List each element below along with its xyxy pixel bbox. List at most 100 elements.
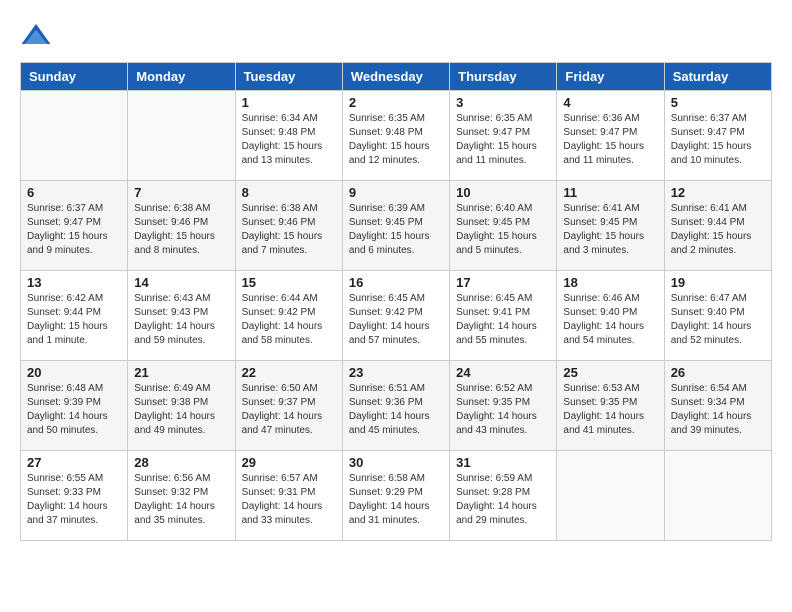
day-number: 11	[563, 185, 657, 200]
day-number: 24	[456, 365, 550, 380]
sunset: Sunset: 9:46 PM	[134, 217, 208, 228]
sunset: Sunset: 9:28 PM	[456, 487, 530, 498]
calendar-cell: 26 Sunrise: 6:54 AM Sunset: 9:34 PM Dayl…	[664, 361, 771, 451]
day-number: 9	[349, 185, 443, 200]
sunset: Sunset: 9:45 PM	[456, 217, 530, 228]
header-friday: Friday	[557, 63, 664, 91]
daylight: Daylight: 14 hours and 52 minutes.	[671, 321, 752, 346]
header-saturday: Saturday	[664, 63, 771, 91]
day-number: 23	[349, 365, 443, 380]
sunrise: Sunrise: 6:43 AM	[134, 293, 210, 304]
daylight: Daylight: 15 hours and 2 minutes.	[671, 231, 752, 256]
sunset: Sunset: 9:40 PM	[563, 307, 637, 318]
daylight: Daylight: 15 hours and 11 minutes.	[456, 141, 537, 166]
sunset: Sunset: 9:47 PM	[27, 217, 101, 228]
sunrise: Sunrise: 6:54 AM	[671, 383, 747, 394]
calendar-cell: 19 Sunrise: 6:47 AM Sunset: 9:40 PM Dayl…	[664, 271, 771, 361]
day-number: 21	[134, 365, 228, 380]
day-number: 19	[671, 275, 765, 290]
day-info: Sunrise: 6:54 AM Sunset: 9:34 PM Dayligh…	[671, 382, 765, 438]
daylight: Daylight: 15 hours and 5 minutes.	[456, 231, 537, 256]
day-info: Sunrise: 6:41 AM Sunset: 9:44 PM Dayligh…	[671, 202, 765, 258]
calendar: SundayMondayTuesdayWednesdayThursdayFrid…	[20, 62, 772, 541]
daylight: Daylight: 15 hours and 7 minutes.	[242, 231, 323, 256]
day-info: Sunrise: 6:39 AM Sunset: 9:45 PM Dayligh…	[349, 202, 443, 258]
day-number: 17	[456, 275, 550, 290]
day-number: 8	[242, 185, 336, 200]
day-info: Sunrise: 6:48 AM Sunset: 9:39 PM Dayligh…	[27, 382, 121, 438]
calendar-cell	[21, 91, 128, 181]
calendar-cell: 5 Sunrise: 6:37 AM Sunset: 9:47 PM Dayli…	[664, 91, 771, 181]
calendar-cell: 9 Sunrise: 6:39 AM Sunset: 9:45 PM Dayli…	[342, 181, 449, 271]
calendar-cell: 1 Sunrise: 6:34 AM Sunset: 9:48 PM Dayli…	[235, 91, 342, 181]
daylight: Daylight: 14 hours and 47 minutes.	[242, 411, 323, 436]
sunrise: Sunrise: 6:42 AM	[27, 293, 103, 304]
day-number: 10	[456, 185, 550, 200]
calendar-cell: 22 Sunrise: 6:50 AM Sunset: 9:37 PM Dayl…	[235, 361, 342, 451]
daylight: Daylight: 14 hours and 39 minutes.	[671, 411, 752, 436]
calendar-cell: 11 Sunrise: 6:41 AM Sunset: 9:45 PM Dayl…	[557, 181, 664, 271]
day-number: 6	[27, 185, 121, 200]
calendar-cell: 23 Sunrise: 6:51 AM Sunset: 9:36 PM Dayl…	[342, 361, 449, 451]
sunrise: Sunrise: 6:47 AM	[671, 293, 747, 304]
sunset: Sunset: 9:41 PM	[456, 307, 530, 318]
day-number: 5	[671, 95, 765, 110]
day-number: 16	[349, 275, 443, 290]
day-info: Sunrise: 6:57 AM Sunset: 9:31 PM Dayligh…	[242, 472, 336, 528]
sunrise: Sunrise: 6:41 AM	[563, 203, 639, 214]
sunset: Sunset: 9:46 PM	[242, 217, 316, 228]
calendar-week-row: 20 Sunrise: 6:48 AM Sunset: 9:39 PM Dayl…	[21, 361, 772, 451]
calendar-cell: 31 Sunrise: 6:59 AM Sunset: 9:28 PM Dayl…	[450, 451, 557, 541]
day-number: 31	[456, 455, 550, 470]
day-info: Sunrise: 6:56 AM Sunset: 9:32 PM Dayligh…	[134, 472, 228, 528]
sunset: Sunset: 9:40 PM	[671, 307, 745, 318]
daylight: Daylight: 14 hours and 54 minutes.	[563, 321, 644, 346]
daylight: Daylight: 15 hours and 13 minutes.	[242, 141, 323, 166]
calendar-cell: 27 Sunrise: 6:55 AM Sunset: 9:33 PM Dayl…	[21, 451, 128, 541]
calendar-cell: 8 Sunrise: 6:38 AM Sunset: 9:46 PM Dayli…	[235, 181, 342, 271]
header-wednesday: Wednesday	[342, 63, 449, 91]
sunset: Sunset: 9:37 PM	[242, 397, 316, 408]
sunset: Sunset: 9:42 PM	[242, 307, 316, 318]
calendar-cell: 15 Sunrise: 6:44 AM Sunset: 9:42 PM Dayl…	[235, 271, 342, 361]
calendar-header-row: SundayMondayTuesdayWednesdayThursdayFrid…	[21, 63, 772, 91]
sunrise: Sunrise: 6:35 AM	[349, 113, 425, 124]
calendar-cell: 12 Sunrise: 6:41 AM Sunset: 9:44 PM Dayl…	[664, 181, 771, 271]
calendar-cell	[557, 451, 664, 541]
day-info: Sunrise: 6:45 AM Sunset: 9:41 PM Dayligh…	[456, 292, 550, 348]
daylight: Daylight: 14 hours and 57 minutes.	[349, 321, 430, 346]
day-info: Sunrise: 6:51 AM Sunset: 9:36 PM Dayligh…	[349, 382, 443, 438]
daylight: Daylight: 14 hours and 45 minutes.	[349, 411, 430, 436]
calendar-week-row: 1 Sunrise: 6:34 AM Sunset: 9:48 PM Dayli…	[21, 91, 772, 181]
sunset: Sunset: 9:47 PM	[563, 127, 637, 138]
sunset: Sunset: 9:44 PM	[27, 307, 101, 318]
sunset: Sunset: 9:36 PM	[349, 397, 423, 408]
sunrise: Sunrise: 6:57 AM	[242, 473, 318, 484]
daylight: Daylight: 14 hours and 33 minutes.	[242, 501, 323, 526]
day-number: 29	[242, 455, 336, 470]
day-info: Sunrise: 6:37 AM Sunset: 9:47 PM Dayligh…	[27, 202, 121, 258]
calendar-cell: 16 Sunrise: 6:45 AM Sunset: 9:42 PM Dayl…	[342, 271, 449, 361]
sunset: Sunset: 9:43 PM	[134, 307, 208, 318]
sunrise: Sunrise: 6:49 AM	[134, 383, 210, 394]
sunrise: Sunrise: 6:52 AM	[456, 383, 532, 394]
day-info: Sunrise: 6:42 AM Sunset: 9:44 PM Dayligh…	[27, 292, 121, 348]
header-monday: Monday	[128, 63, 235, 91]
sunrise: Sunrise: 6:58 AM	[349, 473, 425, 484]
sunrise: Sunrise: 6:34 AM	[242, 113, 318, 124]
calendar-cell: 6 Sunrise: 6:37 AM Sunset: 9:47 PM Dayli…	[21, 181, 128, 271]
sunset: Sunset: 9:45 PM	[349, 217, 423, 228]
calendar-week-row: 6 Sunrise: 6:37 AM Sunset: 9:47 PM Dayli…	[21, 181, 772, 271]
daylight: Daylight: 15 hours and 11 minutes.	[563, 141, 644, 166]
day-info: Sunrise: 6:35 AM Sunset: 9:47 PM Dayligh…	[456, 112, 550, 168]
day-info: Sunrise: 6:53 AM Sunset: 9:35 PM Dayligh…	[563, 382, 657, 438]
day-number: 1	[242, 95, 336, 110]
day-info: Sunrise: 6:55 AM Sunset: 9:33 PM Dayligh…	[27, 472, 121, 528]
logo	[20, 20, 56, 52]
calendar-cell: 7 Sunrise: 6:38 AM Sunset: 9:46 PM Dayli…	[128, 181, 235, 271]
day-info: Sunrise: 6:52 AM Sunset: 9:35 PM Dayligh…	[456, 382, 550, 438]
day-number: 4	[563, 95, 657, 110]
sunset: Sunset: 9:44 PM	[671, 217, 745, 228]
day-number: 15	[242, 275, 336, 290]
sunrise: Sunrise: 6:55 AM	[27, 473, 103, 484]
